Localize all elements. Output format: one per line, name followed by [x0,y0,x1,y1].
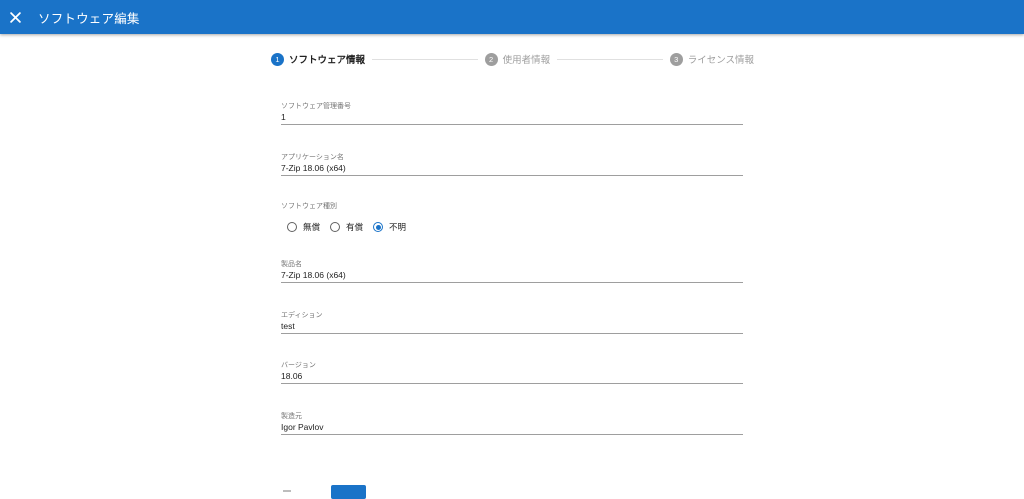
page-title: ソフトウェア編集 [38,10,140,26]
version-label: バージョン [281,361,316,369]
step-user-info[interactable]: 2 使用者情報 [484,52,551,66]
step-number-2: 2 [484,52,498,66]
product-name-input[interactable]: 7-Zip 18.06 (x64) [281,269,743,282]
app-name-input[interactable]: 7-Zip 18.06 (x64) [281,162,743,175]
step-label-2: 使用者情報 [502,55,551,66]
step-label-1: ソフトウェア情報 [289,55,366,66]
radio-paid[interactable]: 有償 [330,221,363,233]
step-license-info[interactable]: 3 ライセンス情報 [669,52,754,66]
manufacturer-input[interactable]: Igor Pavlov [281,421,743,434]
close-icon [9,11,21,23]
step-connector [557,58,663,60]
radio-unchecked-icon [330,222,341,232]
close-button[interactable] [0,0,30,34]
next-button[interactable] [331,485,366,499]
product-name-field[interactable]: 製品名 7-Zip 18.06 (x64) [281,259,743,283]
app-bar: ソフトウェア編集 [0,0,1024,34]
radio-free-label: 無償 [303,223,321,233]
radio-checked-icon [373,222,384,232]
manufacturer-field[interactable]: 製造元 Igor Pavlov [281,411,743,435]
radio-paid-label: 有償 [346,223,364,233]
software-id-field[interactable]: ソフトウェア管理番号 1 [281,101,743,125]
radio-unknown-label: 不明 [389,223,407,233]
app-name-field[interactable]: アプリケーション名 7-Zip 18.06 (x64) [281,152,743,176]
product-name-label: 製品名 [281,260,302,268]
software-id-input[interactable]: 1 [281,111,743,124]
software-type-label: ソフトウェア種別 [281,202,337,210]
step-label-3: ライセンス情報 [687,55,754,66]
software-type-radio-group: 無償 有償 不明 [287,221,416,233]
step-connector [372,58,478,60]
app-name-label: アプリケーション名 [281,153,344,161]
version-input[interactable]: 18.06 [281,370,743,383]
radio-unknown[interactable]: 不明 [373,221,406,233]
edition-label: エディション [281,311,323,319]
radio-free[interactable]: 無償 [287,221,320,233]
radio-unchecked-icon [287,222,297,232]
radio-dot [375,224,381,230]
edition-field[interactable]: エディション test [281,310,743,334]
step-number-1: 1 [271,52,284,66]
stepper: 1 ソフトウェア情報 2 使用者情報 3 ライセンス情報 [271,51,754,67]
version-field[interactable]: バージョン 18.06 [281,360,743,384]
edition-input[interactable]: test [281,320,743,333]
step-number-3: 3 [669,52,683,66]
step-software-info[interactable]: 1 ソフトウェア情報 [271,52,365,66]
manufacturer-label: 製造元 [281,412,302,420]
software-id-label: ソフトウェア管理番号 [281,102,351,110]
